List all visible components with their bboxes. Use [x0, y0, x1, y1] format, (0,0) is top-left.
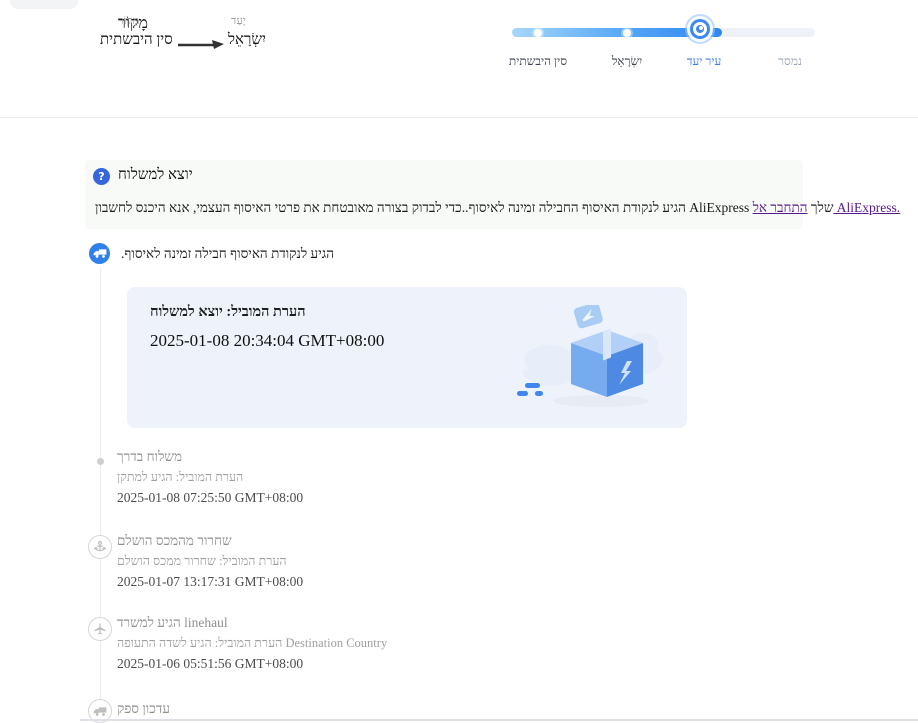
entry-timestamp: 2025-01-08 07:25:50 GMT+08:00 [117, 490, 304, 505]
timeline-entry-customs-released: שחרור מהמכס הושלם הערת המוביל: שחרור ממכ… [117, 533, 677, 590]
carrier-note-timestamp: 2025-01-08 20:34:04 GMT+08:00 [150, 331, 385, 350]
progress-stop-destination-city: עיר יעד [686, 54, 722, 68]
delivery-notice-panel: ? יוצא למשלוח הגיע לנקודת האיסוף החבילה … [85, 160, 900, 229]
shipment-progress-bar: סין היבשתית יִשְׂרָאֵל עיר יעד נמסר [508, 22, 818, 74]
entry-note: הערת המוביל: הגיע למתקן [117, 470, 244, 484]
progress-stop-country: יִשְׂרָאֵל [611, 54, 643, 68]
notice-body: הגיע לנקודת האיסוף החבילה זמינה לאיסוף..… [95, 200, 900, 216]
progress-node-current [693, 22, 707, 36]
top-edge-fragment [10, 0, 78, 9]
current-status-truck-icon [89, 243, 110, 264]
entry-note: הערת המוביל: שחרור ממכס הושלם [117, 554, 287, 568]
flying-package-illustration [517, 305, 664, 407]
anchor-icon [88, 535, 112, 559]
origin-label-text: מָקוֹר [118, 15, 140, 27]
airplane-icon [88, 617, 112, 641]
progress-fill [512, 28, 722, 37]
timeline-entry-supplier-update: עדכון ספק [117, 701, 677, 717]
page-header: מָקוֹר סין היבשתית מָקוֹר יָעַד יִשְׂרָא… [0, 0, 918, 118]
dot-icon [97, 458, 104, 465]
destination-value: יִשְׂרָאֵל [228, 32, 266, 48]
progress-node-origin [534, 29, 542, 37]
route-arrow-icon [178, 40, 224, 49]
entry-timestamp: 2025-01-06 05:51:56 GMT+08:00 [117, 656, 304, 671]
current-status-text: הגיע לנקודת האיסוף חבילה זמינה לאיסוף. [121, 246, 334, 261]
entry-title: שחרור מהמכס הושלם [117, 533, 232, 548]
entry-title: משלוח בדרך [117, 449, 182, 464]
origin-value: סין היבשתית [100, 32, 173, 48]
notice-body-text: הגיע לנקודת האיסוף החבילה זמינה לאיסוף..… [95, 200, 834, 215]
entry-title: עדכון ספק [117, 701, 170, 716]
timeline-entry-linehaul: הגיע למשרד linehaul הערת המוביל: הגיע לש… [117, 615, 677, 672]
entry-timestamp: 2025-01-07 13:17:31 GMT+08:00 [117, 574, 304, 589]
destination-label: יָעַד [231, 15, 246, 27]
progress-stop-delivered: נמסר [778, 54, 802, 68]
entry-title: הגיע למשרד linehaul [117, 615, 228, 630]
help-question-icon[interactable]: ? [93, 168, 110, 185]
status-title: יוצא למשלוח [118, 167, 193, 183]
carrier-note-card: הערת המוביל: יוצא למשלוח 2025-01-08 20:3… [127, 287, 687, 428]
timeline-entry-in-transit: משלוח בדרך הערת המוביל: הגיע למתקן 2025-… [117, 449, 677, 506]
progress-stop-origin: סין היבשתית [508, 54, 568, 68]
progress-node-country [623, 29, 631, 37]
timeline-connector-line [100, 268, 101, 722]
carrier-note-title: הערת המוביל: יוצא למשלוח [150, 304, 306, 320]
entry-note: הערת המוביל: הגיע לשדה התעופה Destinatio… [117, 636, 388, 650]
bottom-divider [80, 719, 918, 721]
